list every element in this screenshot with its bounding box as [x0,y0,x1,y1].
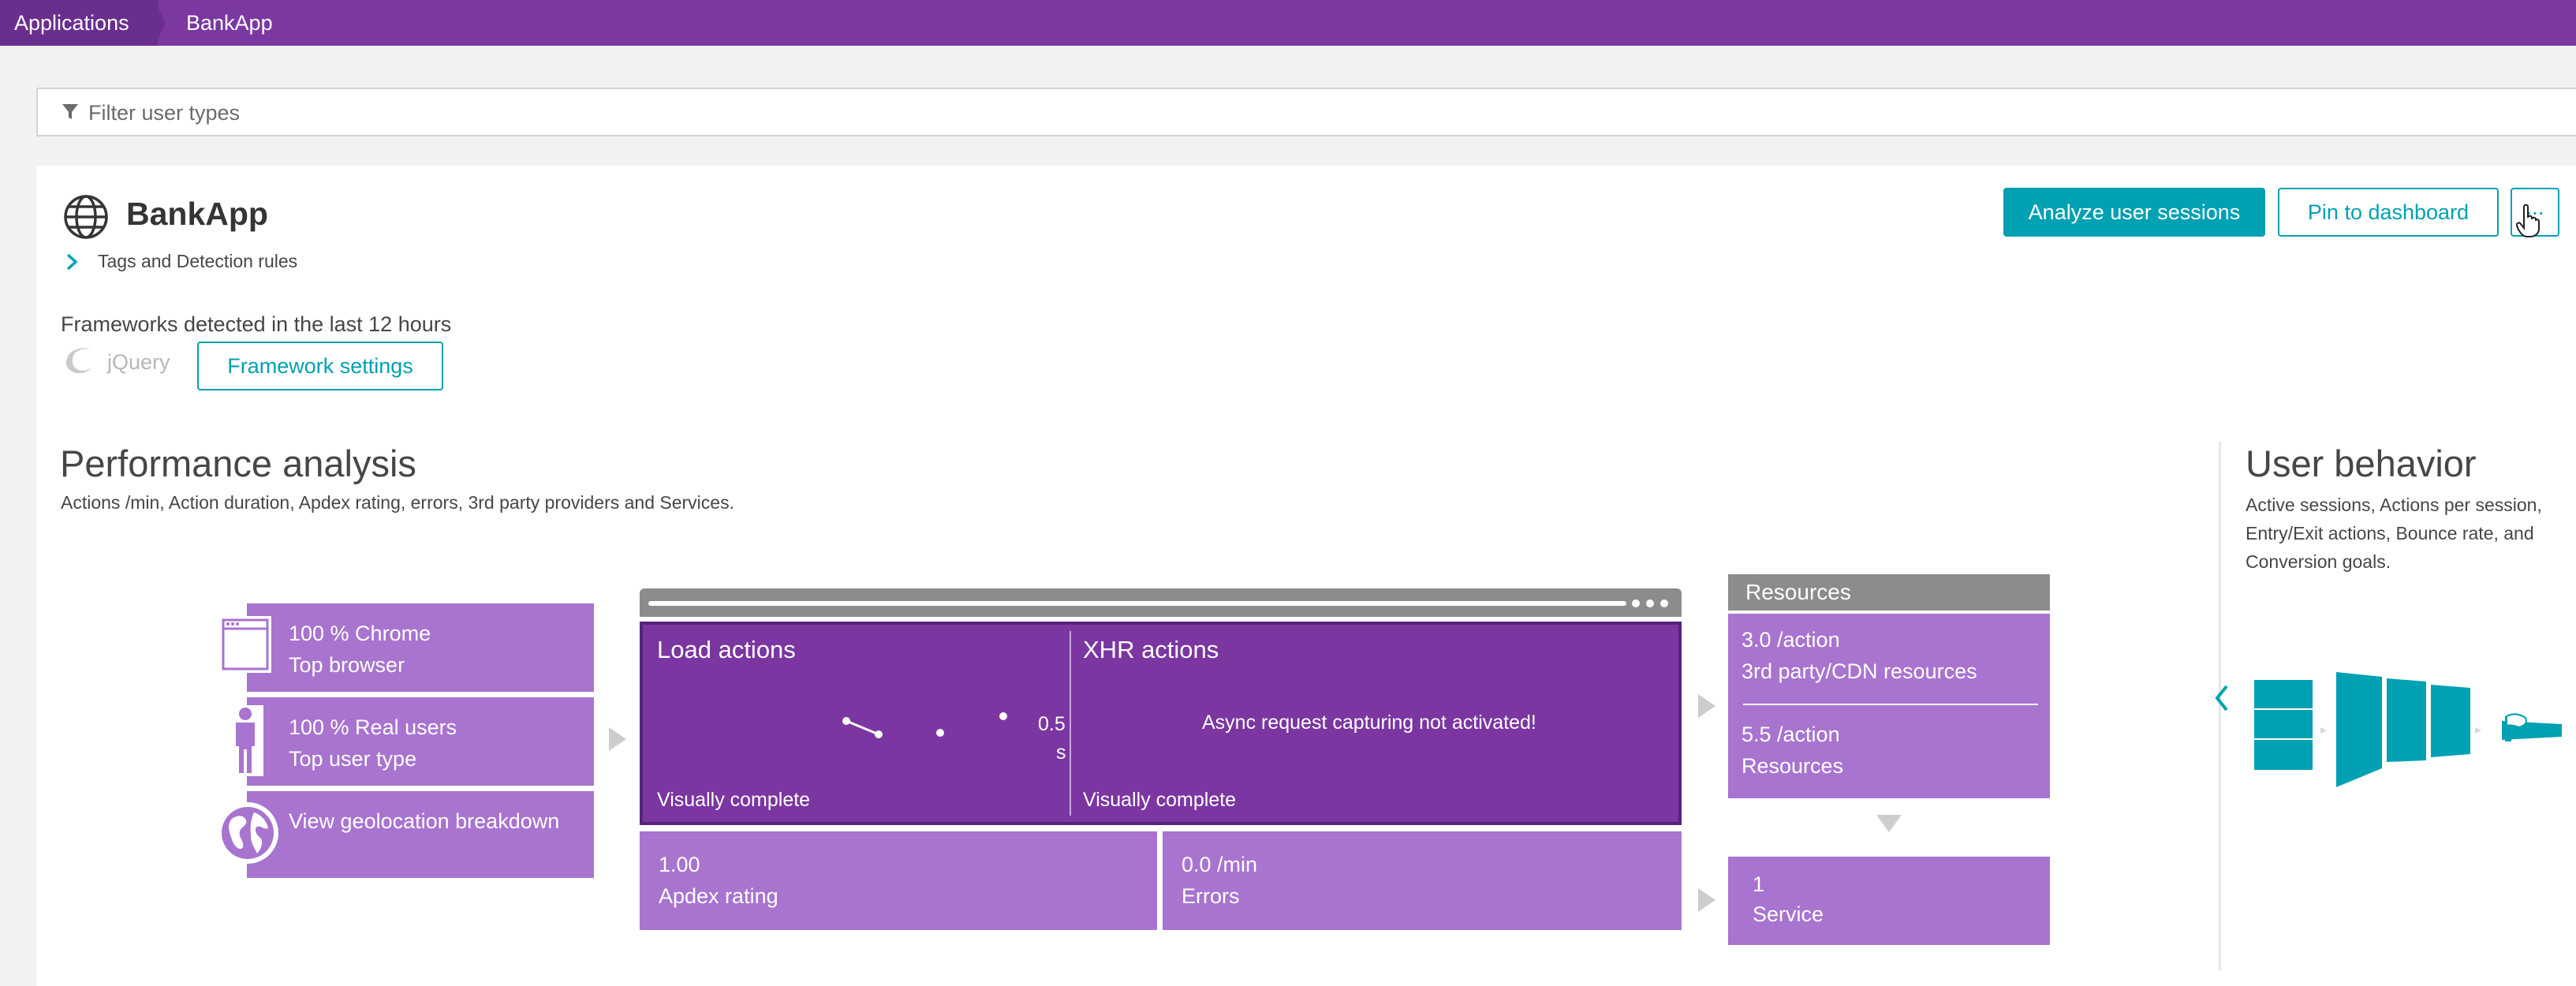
service-tile[interactable]: 1 Service [1728,857,2050,945]
apdex-value: 1.00 [659,853,700,876]
apdex-label: Apdex rating [659,884,778,908]
service-label: Service [1753,902,1824,926]
load-actions-metric: Visually complete [657,789,811,811]
flow-arrow-down-icon [1876,815,1902,832]
top-user-type-value: 100 % Real users [289,715,457,739]
performance-analysis-title: Performance analysis [60,443,416,484]
chevron-left-icon[interactable] [2214,684,2230,712]
framework-jquery: jQuery [107,350,170,374]
filter-user-types-input[interactable] [87,93,1273,133]
errors-tile[interactable]: 0.0 /min Errors [1163,831,1682,930]
xhr-message: Async request capturing not activated! [1202,711,1536,734]
tags-detection-rules-link[interactable]: Tags and Detection rules [98,251,297,272]
flow-arrow-right-icon [1698,694,1715,718]
user-behavior-subtitle: Active sessions, Actions per session, En… [2246,495,2542,572]
load-axis-value: 0.5 [1038,713,1066,735]
errors-label: Errors [1182,884,1240,908]
browser-window-icon [219,616,271,673]
user-journey-funnel-graphic[interactable] [2248,669,2576,787]
breadcrumb-separator [155,0,166,46]
chevron-right-icon[interactable] [65,252,79,271]
hand-cursor-icon [2516,204,2540,237]
world-globe-icon [217,802,278,864]
resources-separator [1743,704,2038,705]
top-browser-tile[interactable]: 100 % Chrome Top browser [247,603,594,692]
third-party-value: 3.0 /action [1742,628,1840,652]
ellipsis-icon [1632,599,1668,607]
pin-to-dashboard-button[interactable]: Pin to dashboard [2278,188,2499,237]
user-behavior-title: User behavior [2246,443,2477,484]
resources-header: Resources [1728,574,2050,611]
top-browser-value: 100 % Chrome [289,622,431,645]
load-actions-title[interactable]: Load actions [657,636,796,664]
jquery-icon [66,348,91,374]
top-user-type-tile[interactable]: 100 % Real users Top user type [247,697,594,786]
own-resources-value: 5.5 /action [1742,723,1840,746]
geolocation-breakdown-tile[interactable]: View geolocation breakdown [247,791,594,878]
browser-address-line [648,601,1626,606]
frameworks-label: Frameworks detected in the last 12 hours [61,312,452,336]
geolocation-breakdown-label: View geolocation breakdown [289,809,560,833]
person-icon [227,705,263,776]
breadcrumb-current-app[interactable]: BankApp [186,0,273,46]
load-axis-unit: s [1056,741,1066,764]
top-browser-label: Top browser [289,653,405,677]
performance-analysis-subtitle: Actions /min, Action duration, Apdex rat… [61,492,734,513]
errors-value: 0.0 /min [1182,853,1258,876]
panel-divider [1070,631,1071,816]
service-value: 1 [1753,872,1765,896]
flow-arrow-right-icon [1698,888,1715,912]
own-resources-label: Resources [1742,754,1844,778]
apdex-tile[interactable]: 1.00 Apdex rating [640,831,1157,930]
top-user-type-label: Top user type [289,747,417,771]
flow-arrow-right-icon [609,727,626,751]
resources-tile[interactable]: 3.0 /action 3rd party/CDN resources 5.5 … [1728,614,2050,798]
load-actions-sparkline [842,712,1007,738]
third-party-label: 3rd party/CDN resources [1742,659,1977,683]
breadcrumb-applications[interactable]: Applications [0,0,158,46]
analyze-user-sessions-button[interactable]: Analyze user sessions [2003,188,2265,237]
filter-icon [62,104,78,119]
app-title: BankApp [126,196,268,232]
xhr-actions-title[interactable]: XHR actions [1083,636,1219,664]
framework-settings-button[interactable]: Framework settings [197,342,443,390]
globe-icon [64,195,108,239]
xhr-actions-metric: Visually complete [1083,789,1237,811]
top-nav-bar [0,0,2576,46]
